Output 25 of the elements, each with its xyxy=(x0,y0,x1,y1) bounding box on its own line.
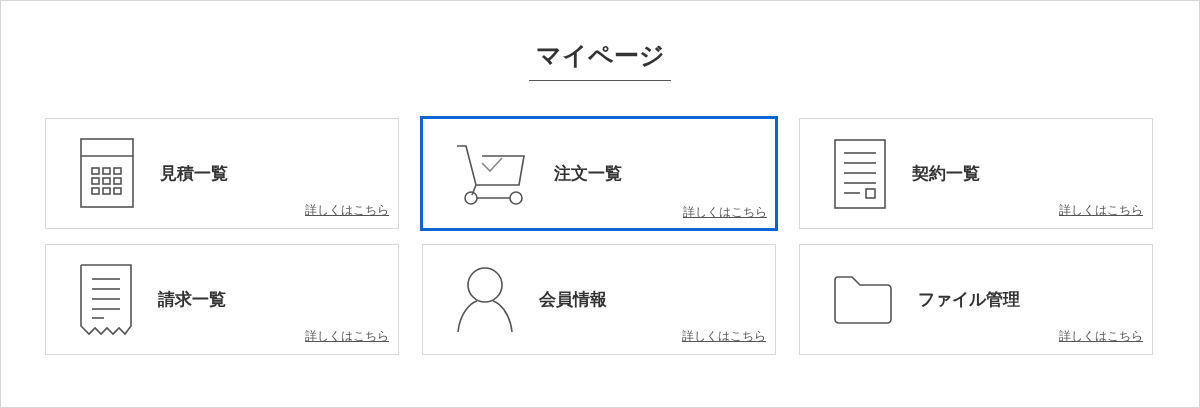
calculator-icon xyxy=(80,137,134,210)
receipt-icon xyxy=(80,263,132,336)
card-title: 見積一覧 xyxy=(160,161,228,185)
card-title: ファイル管理 xyxy=(918,287,1020,311)
card-title: 注文一覧 xyxy=(554,161,622,185)
shopping-cart-icon xyxy=(456,142,528,205)
menu-card[interactable]: 請求一覧 詳しくはこちら xyxy=(45,244,399,355)
details-link[interactable]: 詳しくはこちら xyxy=(305,202,389,217)
details-link[interactable]: 詳しくはこちら xyxy=(683,204,767,219)
folder-icon xyxy=(834,275,892,324)
menu-card[interactable]: 注文一覧 詳しくはこちら xyxy=(420,116,778,231)
menu-card[interactable]: ファイル管理 詳しくはこちら xyxy=(799,244,1153,355)
details-link[interactable]: 詳しくはこちら xyxy=(682,328,766,343)
details-link[interactable]: 詳しくはこちら xyxy=(1059,328,1143,343)
person-icon xyxy=(457,266,513,333)
details-link[interactable]: 詳しくはこちら xyxy=(305,328,389,343)
menu-card[interactable]: 契約一覧 詳しくはこちら xyxy=(799,118,1153,229)
details-link[interactable]: 詳しくはこちら xyxy=(1059,202,1143,217)
document-icon xyxy=(834,138,886,209)
menu-card[interactable]: 会員情報 詳しくはこちら xyxy=(422,244,776,355)
card-title: 契約一覧 xyxy=(912,161,980,185)
menu-card[interactable]: 見積一覧 詳しくはこちら xyxy=(45,118,399,229)
page-title: マイページ xyxy=(529,41,671,81)
card-title: 請求一覧 xyxy=(158,287,226,311)
card-title: 会員情報 xyxy=(539,287,607,311)
